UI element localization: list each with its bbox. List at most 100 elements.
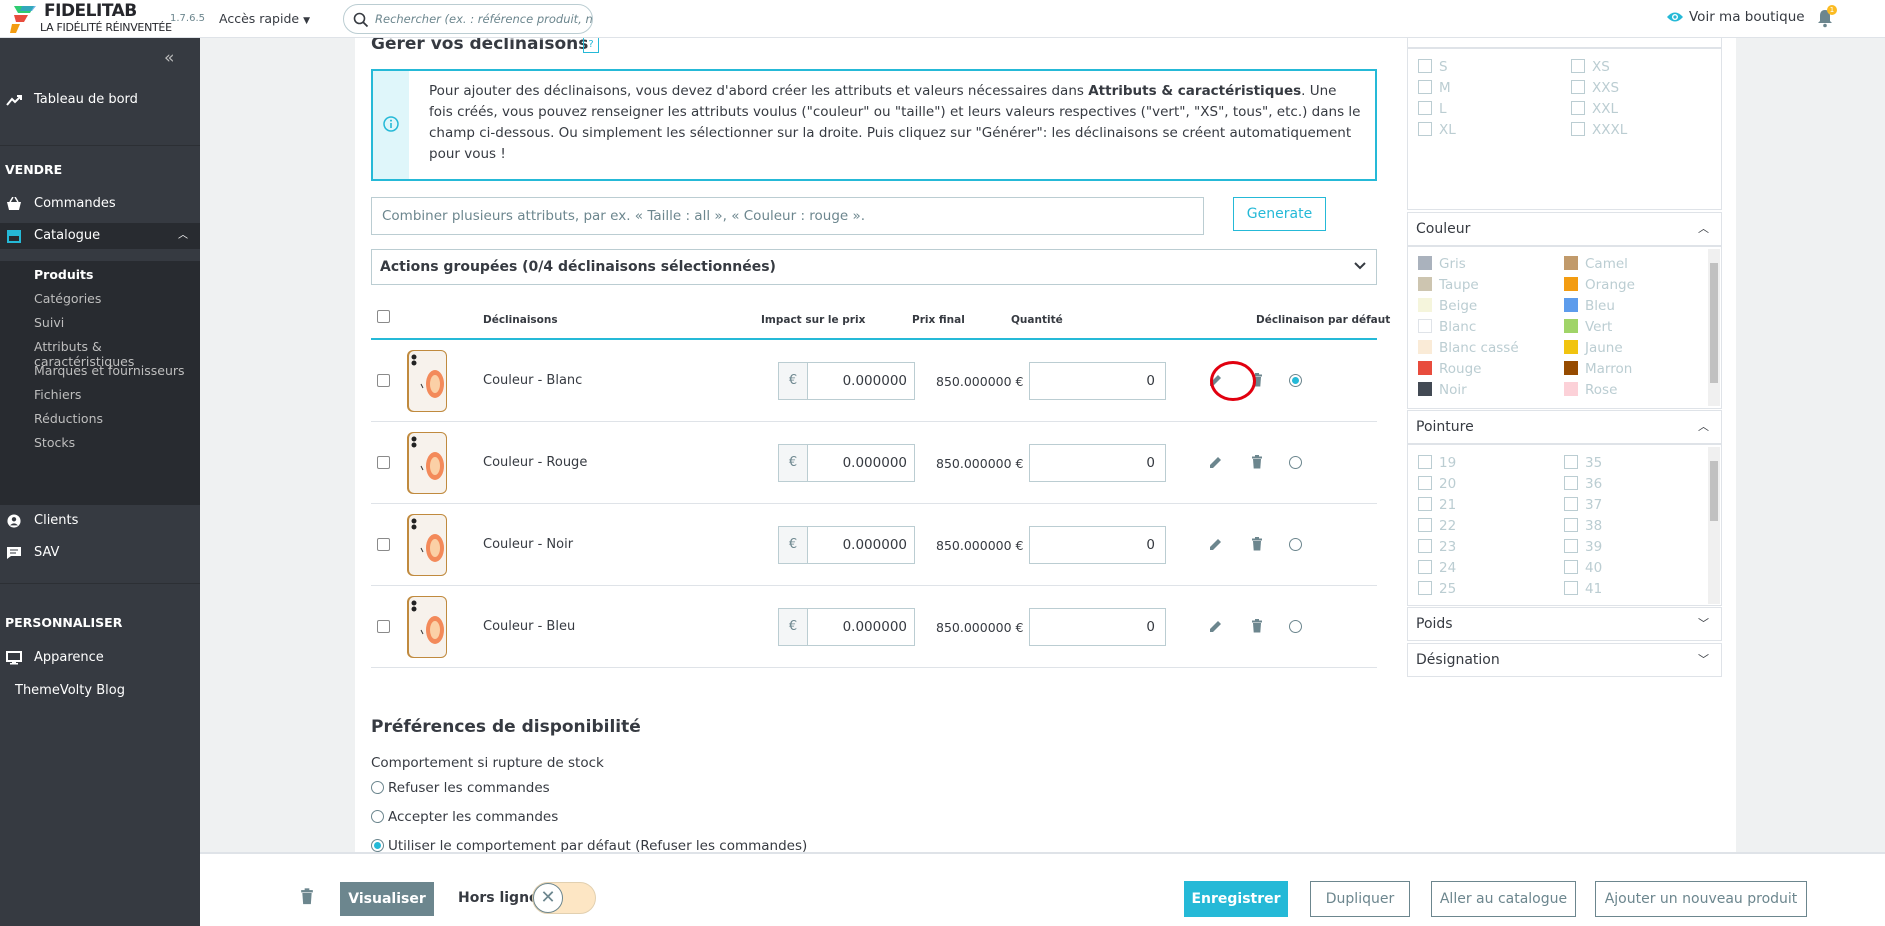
- edit-icon[interactable]: [1209, 455, 1223, 469]
- row-checkbox[interactable]: [377, 456, 390, 469]
- trash-icon[interactable]: [1251, 619, 1263, 633]
- color-swatch[interactable]: [1564, 298, 1578, 312]
- notifications-button[interactable]: 1: [1816, 5, 1837, 32]
- default-combination-radio[interactable]: [1289, 456, 1302, 469]
- sidebar-item-tracking[interactable]: Suivi: [34, 315, 64, 330]
- shoe-size-option[interactable]: 36: [1564, 476, 1602, 492]
- checkbox[interactable]: [1564, 455, 1578, 469]
- shoe-size-option[interactable]: 25: [1418, 581, 1456, 597]
- radio[interactable]: [371, 781, 384, 794]
- checkbox[interactable]: [1564, 539, 1578, 553]
- size-option[interactable]: XXL: [1571, 101, 1618, 117]
- online-toggle[interactable]: ✕: [532, 882, 596, 914]
- search-input[interactable]: Rechercher (ex. : référence produit, nom: [343, 4, 593, 34]
- color-swatch[interactable]: [1418, 382, 1432, 396]
- default-combination-radio[interactable]: [1289, 374, 1302, 387]
- color-option[interactable]: Taupe: [1418, 277, 1479, 293]
- color-option[interactable]: Vert: [1564, 319, 1612, 335]
- default-combination-radio[interactable]: [1289, 538, 1302, 551]
- sidebar-item-stocks[interactable]: Stocks: [34, 435, 75, 450]
- combine-attributes-input[interactable]: Combiner plusieurs attributs, par ex. « …: [371, 197, 1204, 235]
- color-option[interactable]: Gris: [1418, 256, 1466, 272]
- bulk-actions-dropdown[interactable]: Actions groupées (0/4 déclinaisons sélec…: [371, 249, 1377, 285]
- shoe-size-option[interactable]: 37: [1564, 497, 1602, 513]
- attributes-link[interactable]: Attributs & caractéristiques: [1088, 83, 1301, 99]
- sidebar-item-orders[interactable]: Commandes: [0, 191, 200, 217]
- sidebar-item-brands[interactable]: Marques et fournisseurs: [34, 363, 185, 378]
- size-option[interactable]: XXXL: [1571, 122, 1627, 138]
- size-option[interactable]: XXS: [1571, 80, 1619, 96]
- checkbox[interactable]: [1418, 539, 1432, 553]
- default-combination-radio[interactable]: [1289, 620, 1302, 633]
- radio[interactable]: [371, 810, 384, 823]
- edit-icon[interactable]: [1209, 619, 1223, 633]
- color-swatch[interactable]: [1564, 340, 1578, 354]
- color-swatch[interactable]: [1564, 361, 1578, 375]
- color-option[interactable]: Blanc cassé: [1418, 340, 1519, 356]
- generate-button[interactable]: Generate: [1233, 197, 1326, 231]
- sidebar-item-discounts[interactable]: Réductions: [34, 411, 103, 426]
- row-checkbox[interactable]: [377, 538, 390, 551]
- allow-orders-option[interactable]: Accepter les commandes: [371, 809, 558, 825]
- go-to-catalog-button[interactable]: Aller au catalogue: [1431, 881, 1576, 917]
- shoe-size-option[interactable]: 35: [1564, 455, 1602, 471]
- sidebar-item-appearance[interactable]: Apparence: [0, 645, 200, 671]
- shoe-size-option[interactable]: 22: [1418, 518, 1456, 534]
- color-swatch[interactable]: [1564, 319, 1578, 333]
- checkbox[interactable]: [1571, 122, 1585, 136]
- shoe-size-option[interactable]: 40: [1564, 560, 1602, 576]
- color-option[interactable]: Noir: [1418, 382, 1467, 398]
- sidebar-item-categories[interactable]: Catégories: [34, 291, 101, 306]
- color-section-header[interactable]: Couleur ︿: [1407, 212, 1722, 246]
- color-scrollbar[interactable]: [1708, 249, 1720, 406]
- color-swatch[interactable]: [1564, 277, 1578, 291]
- checkbox[interactable]: [1418, 80, 1432, 94]
- sidebar-item-sav[interactable]: SAV: [0, 540, 200, 566]
- color-option[interactable]: Jaune: [1564, 340, 1623, 356]
- color-swatch[interactable]: [1418, 340, 1432, 354]
- checkbox[interactable]: [1564, 497, 1578, 511]
- sidebar-item-products[interactable]: Produits: [34, 267, 93, 282]
- shoe-size-option[interactable]: 20: [1418, 476, 1456, 492]
- price-impact-input[interactable]: 0.000000: [807, 526, 915, 564]
- shoe-size-option[interactable]: 24: [1418, 560, 1456, 576]
- price-impact-input[interactable]: 0.000000: [807, 608, 915, 646]
- quantity-input[interactable]: 0: [1029, 608, 1166, 646]
- sidebar-item-clients[interactable]: Clients: [0, 508, 200, 534]
- radio[interactable]: [371, 839, 384, 852]
- checkbox[interactable]: [1564, 518, 1578, 532]
- sidebar-item-blog[interactable]: ThemeVolty Blog: [0, 678, 200, 704]
- color-swatch[interactable]: [1418, 361, 1432, 375]
- edit-icon[interactable]: [1209, 537, 1223, 551]
- size-option[interactable]: S: [1418, 59, 1448, 75]
- price-impact-input[interactable]: 0.000000: [807, 444, 915, 482]
- color-swatch[interactable]: [1418, 319, 1432, 333]
- shoe-size-option[interactable]: 41: [1564, 581, 1602, 597]
- color-swatch[interactable]: [1418, 298, 1432, 312]
- color-swatch[interactable]: [1418, 256, 1432, 270]
- quick-access-dropdown[interactable]: Accès rapide ▼: [219, 11, 310, 26]
- checkbox[interactable]: [1418, 59, 1432, 73]
- view-shop-link[interactable]: Voir ma boutique: [1666, 9, 1805, 25]
- size-option[interactable]: L: [1418, 101, 1447, 117]
- checkbox[interactable]: [1564, 476, 1578, 490]
- sidebar-item-files[interactable]: Fichiers: [34, 387, 81, 402]
- sidebar-item-catalog[interactable]: Catalogue ︿: [0, 223, 200, 249]
- trash-icon[interactable]: [1251, 537, 1263, 551]
- color-option[interactable]: Orange: [1564, 277, 1635, 293]
- checkbox[interactable]: [1418, 476, 1432, 490]
- quantity-input[interactable]: 0: [1029, 526, 1166, 564]
- checkbox[interactable]: [1418, 560, 1432, 574]
- select-all-checkbox[interactable]: [377, 310, 390, 323]
- checkbox[interactable]: [1564, 581, 1578, 595]
- color-option[interactable]: Rouge: [1418, 361, 1481, 377]
- checkbox[interactable]: [1571, 80, 1585, 94]
- help-icon[interactable]: ?: [583, 37, 599, 53]
- close-icon[interactable]: ✕: [533, 883, 563, 913]
- quantity-input[interactable]: 0: [1029, 444, 1166, 482]
- shoe-size-option[interactable]: 23: [1418, 539, 1456, 555]
- save-button[interactable]: Enregistrer: [1184, 881, 1288, 917]
- trash-icon[interactable]: [1251, 455, 1263, 469]
- color-swatch[interactable]: [1564, 256, 1578, 270]
- designation-section-header[interactable]: Désignation ﹀: [1407, 643, 1722, 677]
